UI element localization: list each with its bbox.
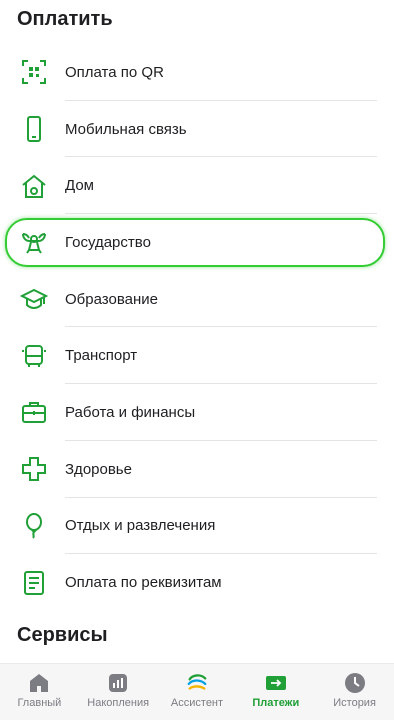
tab-assistant[interactable]: Ассистент: [158, 664, 237, 720]
tab-main[interactable]: Главный: [0, 664, 79, 720]
pay-item-label: Здоровье: [65, 460, 132, 478]
assistant-logo-icon: [186, 672, 208, 694]
payments-tab-icon: [265, 672, 287, 694]
pay-item-label: Образование: [65, 290, 158, 308]
pay-item-mobile[interactable]: Мобильная связь: [0, 101, 394, 158]
qr-code-icon: [18, 56, 50, 88]
tab-label: Накопления: [87, 697, 150, 709]
tab-savings[interactable]: Накопления: [79, 664, 158, 720]
pay-item-label: Оплата по QR: [65, 63, 164, 81]
bus-icon: [18, 340, 50, 372]
tab-payments[interactable]: Платежи: [236, 664, 315, 720]
pay-item-requisites[interactable]: Оплата по реквизитам: [0, 554, 394, 611]
chart-tab-icon: [107, 672, 129, 694]
pay-item-transport[interactable]: Транспорт: [0, 327, 394, 385]
pay-item-home[interactable]: Дом: [0, 157, 394, 215]
tab-label: Главный: [17, 697, 62, 709]
tab-history[interactable]: История: [315, 664, 394, 720]
clock-tab-icon: [344, 672, 366, 694]
pay-item-government[interactable]: Государство: [0, 214, 394, 271]
section-title-pay: Оплатить: [17, 8, 113, 30]
pay-item-education[interactable]: Образование: [0, 271, 394, 328]
pay-item-health[interactable]: Здоровье: [0, 441, 394, 498]
pay-item-label: Мобильная связь: [65, 120, 187, 138]
pay-item-label: Оплата по реквизитам: [65, 574, 222, 592]
pay-item-label: Работа и финансы: [65, 403, 196, 421]
balloon-icon: [18, 510, 50, 542]
medical-cross-icon: [18, 453, 50, 485]
pay-item-work-finance[interactable]: Работа и финансы: [0, 384, 394, 441]
tab-label: Ассистент: [170, 697, 224, 709]
section-title-services: Сервисы: [17, 624, 108, 646]
bottom-tab-bar: Главный Накопления Ассистент Платежи Ист…: [0, 663, 394, 720]
smartphone-icon: [18, 113, 50, 145]
pay-item-label: Транспорт: [65, 347, 138, 365]
briefcase-icon: [18, 396, 50, 428]
tab-label: Платежи: [252, 697, 300, 709]
pay-item-label: Отдых и развлечения: [65, 517, 216, 535]
pay-item-leisure[interactable]: Отдых и развлечения: [0, 498, 394, 555]
tab-label: История: [333, 697, 376, 709]
pay-category-list: Оплата по QR Мобильная связь Дом Государ…: [0, 44, 394, 611]
home-icon: [18, 170, 50, 202]
graduation-cap-icon: [18, 283, 50, 315]
coat-of-arms-icon: [18, 226, 50, 258]
home-tab-icon: [28, 672, 50, 694]
document-icon: [18, 567, 50, 599]
pay-item-label: Дом: [65, 177, 94, 195]
pay-item-qr[interactable]: Оплата по QR: [0, 44, 394, 101]
pay-item-label: Государство: [65, 233, 151, 251]
